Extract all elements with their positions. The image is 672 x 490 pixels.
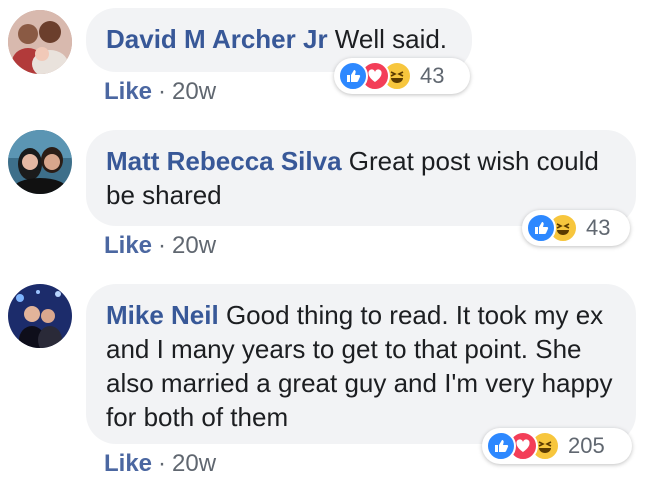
- separator: ·: [158, 78, 167, 105]
- comment-actions: Like · 20w: [104, 232, 216, 260]
- reaction-count: 205: [568, 433, 605, 458]
- like-icon: [338, 61, 368, 91]
- comment-time[interactable]: 20w: [172, 450, 216, 477]
- reaction-icons: [486, 431, 560, 461]
- comment-text: Well said.: [334, 24, 448, 54]
- like-link[interactable]: Like: [104, 450, 152, 477]
- comment-author[interactable]: David M Archer Jr: [106, 24, 328, 54]
- reaction-summary[interactable]: 205: [482, 428, 632, 464]
- avatar-photo: [8, 284, 72, 348]
- comment-author[interactable]: Matt Rebecca Silva: [106, 146, 342, 176]
- reaction-icons: [526, 213, 578, 243]
- avatar[interactable]: [8, 130, 72, 194]
- reaction-summary[interactable]: 43: [334, 58, 470, 94]
- avatar[interactable]: [8, 10, 72, 74]
- separator: ·: [158, 232, 167, 259]
- separator: ·: [158, 450, 167, 477]
- comment-time[interactable]: 20w: [172, 232, 216, 259]
- reaction-count: 43: [586, 215, 611, 240]
- reaction-count: 43: [420, 63, 445, 88]
- like-icon: [486, 431, 516, 461]
- reaction-icons: [338, 61, 412, 91]
- like-link[interactable]: Like: [104, 232, 152, 259]
- reaction-summary[interactable]: 43: [522, 210, 630, 246]
- comment-author[interactable]: Mike Neil: [106, 300, 219, 330]
- comment-actions: Like · 20w: [104, 450, 216, 478]
- comment-bubble: Mike Neil Good thing to read. It took my…: [86, 284, 636, 444]
- like-icon: [526, 213, 556, 243]
- avatar[interactable]: [8, 284, 72, 348]
- avatar-photo: [8, 130, 72, 194]
- like-link[interactable]: Like: [104, 78, 152, 105]
- avatar-photo: [8, 10, 72, 74]
- comment-time[interactable]: 20w: [172, 78, 216, 105]
- comment-actions: Like · 20w: [104, 78, 216, 106]
